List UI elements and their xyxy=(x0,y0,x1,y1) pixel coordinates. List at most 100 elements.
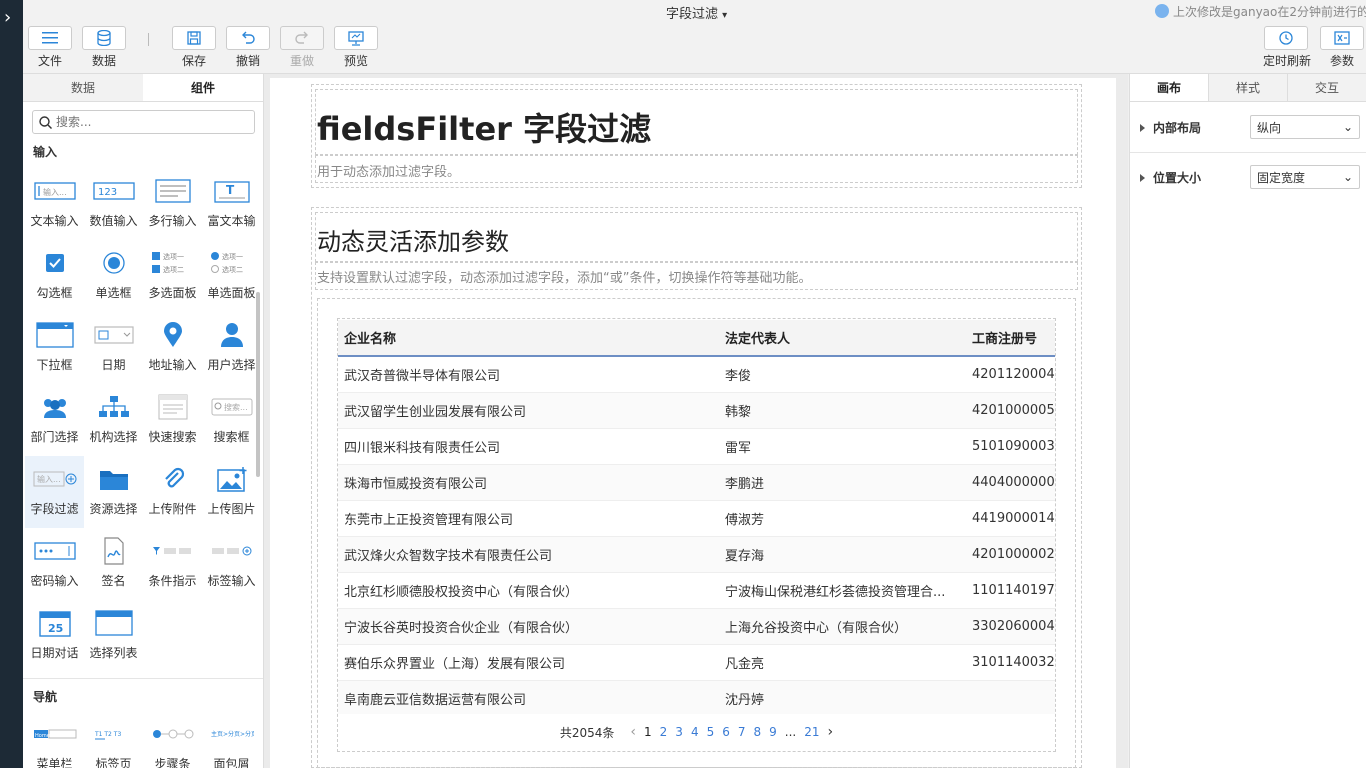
component-tag-input[interactable]: 标签输入 xyxy=(202,528,261,600)
component-radio-group[interactable]: 选项一 选项二 单选面板 xyxy=(202,240,261,312)
search-input[interactable] xyxy=(56,115,236,129)
svg-text:输入...: 输入... xyxy=(43,187,67,197)
undo-button[interactable]: 撤销 xyxy=(226,26,270,69)
layout-select[interactable]: 纵向 ⌄ xyxy=(1250,115,1360,139)
table-row[interactable]: 东莞市上正投资管理有限公司 傅淑芳 4419000014 xyxy=(338,500,1055,537)
filter-tags-icon xyxy=(152,547,191,555)
chevron-right-icon[interactable]: › xyxy=(4,9,18,27)
prop-layout: 内部布局 纵向 ⌄ xyxy=(1140,114,1360,140)
component-date[interactable]: 日期 xyxy=(84,312,143,384)
prop-size-label[interactable]: 位置大小 xyxy=(1140,169,1250,186)
prop-divider xyxy=(1130,152,1366,153)
component-dropdown[interactable]: 下拉框 xyxy=(25,312,84,384)
table-row[interactable]: 阜南鹿云亚信数据运营有限公司 沈丹婷 xyxy=(338,680,1055,714)
table-row[interactable]: 四川银米科技有限责任公司 雷军 5101090003 xyxy=(338,428,1055,465)
tab-components[interactable]: 组件 xyxy=(143,74,263,101)
component-date-dialog[interactable]: 25 日期对话 xyxy=(25,600,84,672)
tab-data[interactable]: 数据 xyxy=(23,74,143,101)
document-title[interactable]: 字段过滤 ▾ xyxy=(666,3,727,22)
tabs-icon: T1 T2 T3 xyxy=(94,731,121,740)
component-user-select[interactable]: 用户选择 xyxy=(202,312,261,384)
component-password-input[interactable]: 密码输入 xyxy=(25,528,84,600)
quick-search-icon xyxy=(158,394,187,420)
component-checkbox-group[interactable]: 选项一 选项二 多选面板 xyxy=(143,240,202,312)
tab-canvas[interactable]: 画布 xyxy=(1130,74,1209,101)
column-header-company[interactable]: 企业名称 xyxy=(338,320,719,357)
group-icon xyxy=(43,399,66,418)
column-header-legal-rep[interactable]: 法定代表人 xyxy=(719,320,966,357)
page-5[interactable]: 5 xyxy=(707,725,715,739)
component-steps[interactable]: 步骤条 xyxy=(143,711,202,768)
page-7[interactable]: 7 xyxy=(738,725,746,739)
component-condition-indicator[interactable]: 条件指示 xyxy=(143,528,202,600)
component-checkbox[interactable]: 勾选框 xyxy=(25,240,84,312)
component-rich-text[interactable]: T 富文本输 xyxy=(202,168,261,240)
table-row[interactable]: 武汉留学生创业园发展有限公司 韩黎 4201000005 xyxy=(338,392,1055,429)
page-2[interactable]: 2 xyxy=(660,725,668,739)
page-ellipsis[interactable]: ... xyxy=(785,725,796,739)
table-row[interactable]: 珠海市恒威投资有限公司 李鹏进 4404000000 xyxy=(338,464,1055,501)
tab-style[interactable]: 样式 xyxy=(1209,74,1288,101)
page-last[interactable]: 21 xyxy=(804,725,819,739)
size-select[interactable]: 固定宽度 ⌄ xyxy=(1250,165,1360,189)
page-4[interactable]: 4 xyxy=(691,725,699,739)
preview-button[interactable]: 预览 xyxy=(334,26,378,69)
section-nav-title: 导航 xyxy=(33,690,58,704)
component-breadcrumb[interactable]: 主页>分页>分页 面包屑 xyxy=(202,711,261,768)
redo-icon xyxy=(295,31,308,44)
timed-refresh-button[interactable]: 定时刷新 xyxy=(1263,26,1311,69)
folder-icon xyxy=(99,471,128,490)
select-list-icon xyxy=(94,610,133,636)
signature-icon xyxy=(103,537,124,565)
save-icon xyxy=(187,31,201,45)
next-page-button[interactable]: › xyxy=(828,724,834,740)
panel-scrollbar[interactable] xyxy=(256,292,260,477)
menu-icon xyxy=(42,32,58,44)
password-icon xyxy=(33,542,76,560)
table-row[interactable]: 武汉奇普微半导体有限公司 李俊 4201120004 xyxy=(338,356,1055,393)
params-button[interactable]: 参数 xyxy=(1320,26,1364,69)
table-row[interactable]: 武汉烽火众智数字技术有限责任公司 夏存海 4201000002 xyxy=(338,536,1055,573)
left-collapse-strip[interactable]: › xyxy=(0,0,23,768)
data-button[interactable]: 数据 xyxy=(82,26,126,69)
component-fields-filter[interactable]: 输入... 字段过滤 xyxy=(25,456,84,528)
prop-layout-label[interactable]: 内部布局 xyxy=(1140,119,1250,136)
page-1[interactable]: 1 xyxy=(644,725,652,739)
component-search[interactable] xyxy=(32,110,255,134)
component-resource-select[interactable]: 资源选择 xyxy=(84,456,143,528)
radio-group-icon: 选项一选项二 xyxy=(210,252,243,274)
component-signature[interactable]: 签名 xyxy=(84,528,143,600)
page-6[interactable]: 6 xyxy=(722,725,730,739)
component-number-input[interactable]: 123 数值输入 xyxy=(84,168,143,240)
component-org-select[interactable]: 机构选择 xyxy=(84,384,143,456)
page-9[interactable]: 9 xyxy=(769,725,777,739)
component-radio[interactable]: 单选框 xyxy=(84,240,143,312)
page-3[interactable]: 3 xyxy=(675,725,683,739)
chevron-down-icon: ⌄ xyxy=(1342,120,1353,134)
table-row[interactable]: 北京红杉顺德股权投资中心（有限合伙） 宁波梅山保税港红杉荟德投资管理合... 110… xyxy=(338,572,1055,609)
component-address[interactable]: 地址输入 xyxy=(143,312,202,384)
column-header-reg-no[interactable]: 工商注册号 xyxy=(966,320,1055,357)
component-quick-search[interactable]: 快速搜索 xyxy=(143,384,202,456)
component-search-box[interactable]: 搜索... 搜索框 xyxy=(202,384,261,456)
tab-interaction[interactable]: 交互 xyxy=(1288,74,1366,101)
table-row[interactable]: 宁波长谷英时投资合伙企业（有限合伙） 上海允谷投资中心（有限合伙） 33020600… xyxy=(338,608,1055,645)
component-textarea[interactable]: 多行输入 xyxy=(143,168,202,240)
svg-text:T: T xyxy=(226,183,235,197)
component-department-select[interactable]: 部门选择 xyxy=(25,384,84,456)
component-menu-bar[interactable]: Home 菜单栏 xyxy=(25,711,84,768)
component-select-list[interactable]: 选择列表 xyxy=(84,600,143,672)
save-button[interactable]: 保存 xyxy=(172,26,216,69)
component-text-input[interactable]: 输入... 文本输入 xyxy=(25,168,84,240)
component-tabs[interactable]: T1 T2 T3 标签页 xyxy=(84,711,143,768)
prev-page-button[interactable]: ‹ xyxy=(630,724,636,740)
radio-icon xyxy=(102,252,125,274)
redo-button[interactable]: 重做 xyxy=(280,26,324,69)
undo-icon xyxy=(242,31,255,44)
component-upload-image[interactable]: 上传图片 xyxy=(202,456,261,528)
section-input-title: 输入 xyxy=(33,145,58,159)
file-button[interactable]: 文件 xyxy=(28,26,72,69)
component-upload-attachment[interactable]: 上传附件 xyxy=(143,456,202,528)
page-8[interactable]: 8 xyxy=(754,725,762,739)
table-row[interactable]: 赛伯乐众界置业（上海）发展有限公司 凡金亮 3101140032 xyxy=(338,644,1055,681)
